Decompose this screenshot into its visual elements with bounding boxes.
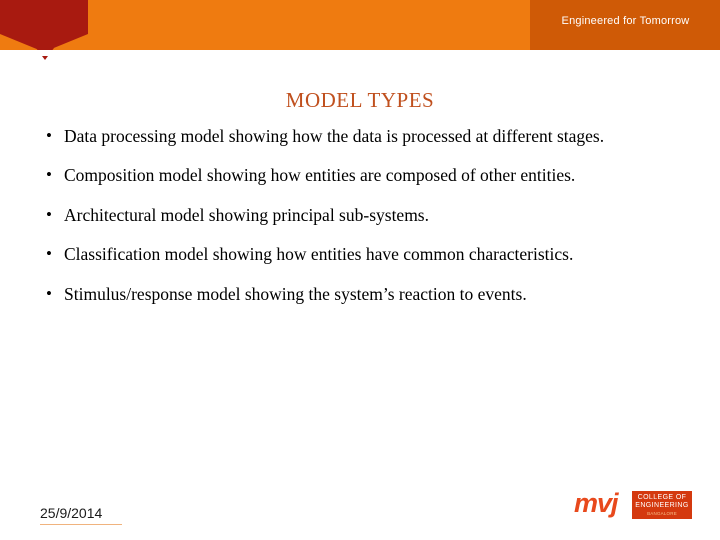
page-title: MODEL TYPES — [285, 88, 435, 112]
logo-line-2: ENGINEERING — [635, 502, 689, 509]
slide-content: MODEL TYPES Data processing model showin… — [0, 88, 720, 322]
slide: Engineered for Tomorrow MODEL TYPES Data… — [0, 0, 720, 540]
bullet-list: Data processing model showing how the da… — [38, 125, 678, 305]
list-item: Data processing model showing how the da… — [38, 125, 678, 147]
mvj-logo: mvj COLLEGE OF ENGINEERING BANGALORE — [574, 488, 692, 524]
list-item: Classification model showing how entitie… — [38, 243, 678, 265]
logo-wordmark: mvj — [574, 488, 619, 518]
list-item: Architectural model showing principal su… — [38, 204, 678, 226]
banner-tagline: Engineered for Tomorrow — [561, 15, 690, 27]
list-item: Composition model showing how entities a… — [38, 164, 678, 186]
list-item: Stimulus/response model showing the syst… — [38, 283, 678, 305]
footer-date-underline — [40, 524, 122, 525]
logo-line-1: COLLEGE OF — [637, 494, 687, 501]
top-banner: Engineered for Tomorrow — [0, 0, 720, 60]
logo-line-3: BANGALORE — [647, 511, 677, 516]
banner-underline — [0, 50, 720, 56]
logo-text-box: COLLEGE OF ENGINEERING BANGALORE — [632, 491, 692, 519]
footer-date: 25/9/2014 — [40, 505, 103, 521]
